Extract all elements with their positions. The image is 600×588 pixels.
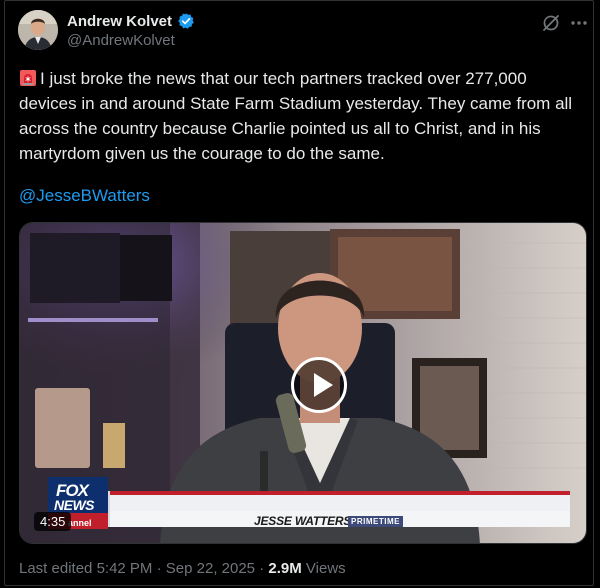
siren-icon [20,70,36,86]
video-player[interactable]: FOX NEWS annel JESSE WATTERS PRIMETIME 4… [19,222,587,544]
mention-link[interactable]: @JesseBWatters [19,186,150,206]
tweet-body: I just broke the news that our tech part… [19,66,579,166]
tweet-text: I just broke the news that our tech part… [19,69,573,163]
meta-separator-2: · [259,560,265,577]
more-options-icon[interactable] [569,13,589,33]
author-handle[interactable]: @AndrewKolvet [67,32,175,49]
author-name-text[interactable]: Andrew Kolvet [67,13,172,30]
avatar-image [18,10,58,50]
meta-separator: · [156,560,162,577]
author-avatar[interactable] [18,10,58,50]
fox-logo-line2: NEWS [54,497,95,513]
edited-label[interactable]: Last edited [19,560,92,577]
post-time[interactable]: 5:42 PM [97,560,153,577]
play-button[interactable] [291,357,347,413]
post-date[interactable]: Sep 22, 2025 [166,560,255,577]
chyron-show: PRIMETIME [348,516,403,527]
author-name[interactable]: Andrew Kolvet [67,12,195,30]
verified-badge-icon [178,13,194,29]
fox-logo-line3: annel [68,518,92,528]
views-count: 2.9M [268,560,302,577]
tweet-meta: Last edited 5:42 PM · Sep 22, 2025 · 2.9… [19,560,346,577]
chyron-name: JESSE WATTERS [254,514,352,528]
video-duration: 4:35 [34,512,72,531]
views-label: Views [305,560,346,577]
grok-icon[interactable] [541,13,561,33]
